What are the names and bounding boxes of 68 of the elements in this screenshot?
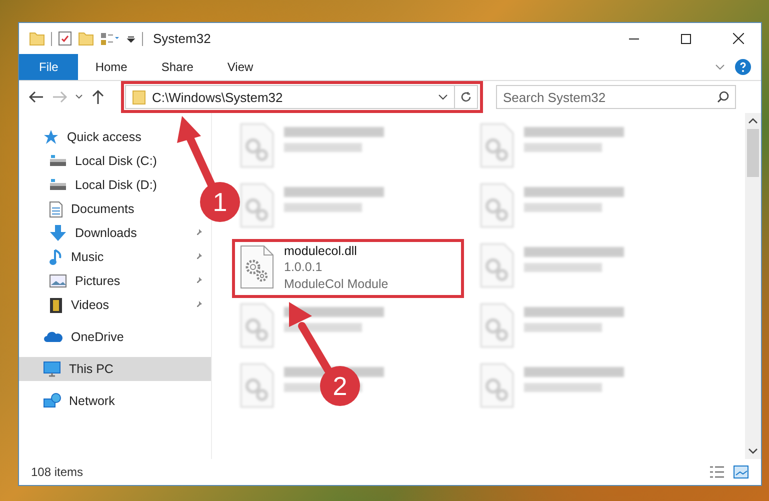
scroll-thumb[interactable] <box>747 129 759 177</box>
nav-item-label: Pictures <box>75 274 120 288</box>
nav-item-label: Documents <box>71 202 134 216</box>
drive-icon <box>49 154 67 168</box>
nav-item-label: Music <box>71 250 104 264</box>
nav-item[interactable]: OneDrive <box>19 325 128 349</box>
maximize-icon[interactable] <box>681 34 691 44</box>
nav-item-label: Network <box>69 394 115 408</box>
nav-item[interactable]: Music <box>19 245 108 269</box>
pointer-arrow <box>289 302 332 374</box>
cloud-icon <box>43 331 63 343</box>
gear-file-icon <box>240 245 274 289</box>
address-path: C:\Windows\System32 <box>152 90 283 104</box>
scrollbar[interactable] <box>745 113 761 459</box>
file-detail: ModuleCol Module <box>284 276 388 293</box>
recent-caret-icon[interactable] <box>75 94 83 100</box>
minimize-icon[interactable] <box>629 38 639 40</box>
nav-item-label: This PC <box>69 362 114 376</box>
nav-item[interactable]: Quick access <box>19 125 146 149</box>
network-icon <box>43 393 61 409</box>
star-icon <box>43 129 59 145</box>
document-icon <box>49 200 63 218</box>
search-field[interactable]: Search System32 <box>496 85 736 109</box>
ribbon-tab[interactable]: Home <box>78 54 144 80</box>
details-view-icon[interactable] <box>709 465 725 479</box>
nav-item-label: Videos <box>71 298 109 312</box>
address-bar[interactable]: C:\Windows\System32 <box>125 85 478 109</box>
customize-caret-icon[interactable] <box>126 34 136 44</box>
search-icon <box>717 91 729 103</box>
ribbon-tab[interactable]: Share <box>144 54 210 80</box>
nav-item-label: Quick access <box>67 130 142 144</box>
film-icon <box>49 296 63 314</box>
help-icon[interactable] <box>735 59 751 75</box>
view-options-icon[interactable] <box>100 32 120 46</box>
file-menu-button[interactable]: File <box>19 54 78 80</box>
back-arrow-icon[interactable] <box>27 90 45 104</box>
properties-icon[interactable] <box>58 31 72 46</box>
file-detail: 1.0.0.1 <box>284 259 324 276</box>
music-note-icon <box>49 248 63 266</box>
file-name: modulecol.dll <box>284 243 358 259</box>
monitor-icon <box>43 361 61 377</box>
scroll-down-icon[interactable] <box>748 447 758 455</box>
close-icon[interactable] <box>732 33 744 44</box>
nav-item[interactable]: Local Disk (C:) <box>19 149 161 173</box>
folder-icon <box>132 89 146 105</box>
nav-item[interactable]: This PC <box>19 357 211 381</box>
nav-item[interactable]: Local Disk (D:) <box>19 173 161 197</box>
picture-icon <box>49 274 67 288</box>
nav-item[interactable]: Pictures <box>19 269 124 293</box>
scroll-up-icon[interactable] <box>748 117 758 125</box>
file-tile[interactable]: modulecol.dll 1.0.0.1 ModuleCol Module <box>236 243 392 293</box>
window-title: System32 <box>153 31 211 46</box>
dropdown-caret-icon[interactable] <box>438 94 448 100</box>
nav-item[interactable]: Documents <box>19 197 138 221</box>
drive-icon <box>49 178 67 192</box>
refresh-icon[interactable] <box>460 91 472 103</box>
nav-item-label: Local Disk (C:) <box>75 154 157 168</box>
nav-item[interactable]: Videos <box>19 293 113 317</box>
nav-item[interactable]: Network <box>19 389 119 413</box>
item-count: 108 items <box>31 465 84 479</box>
download-arrow-icon <box>49 224 67 242</box>
nav-item-label: Downloads <box>75 226 137 240</box>
nav-item[interactable]: Downloads <box>19 221 141 245</box>
nav-item-label: OneDrive <box>71 330 124 344</box>
nav-item-label: Local Disk (D:) <box>75 178 157 192</box>
expand-ribbon-icon[interactable] <box>715 64 725 70</box>
ribbon-tab[interactable]: View <box>210 54 270 80</box>
large-icons-view-icon[interactable] <box>733 465 749 479</box>
